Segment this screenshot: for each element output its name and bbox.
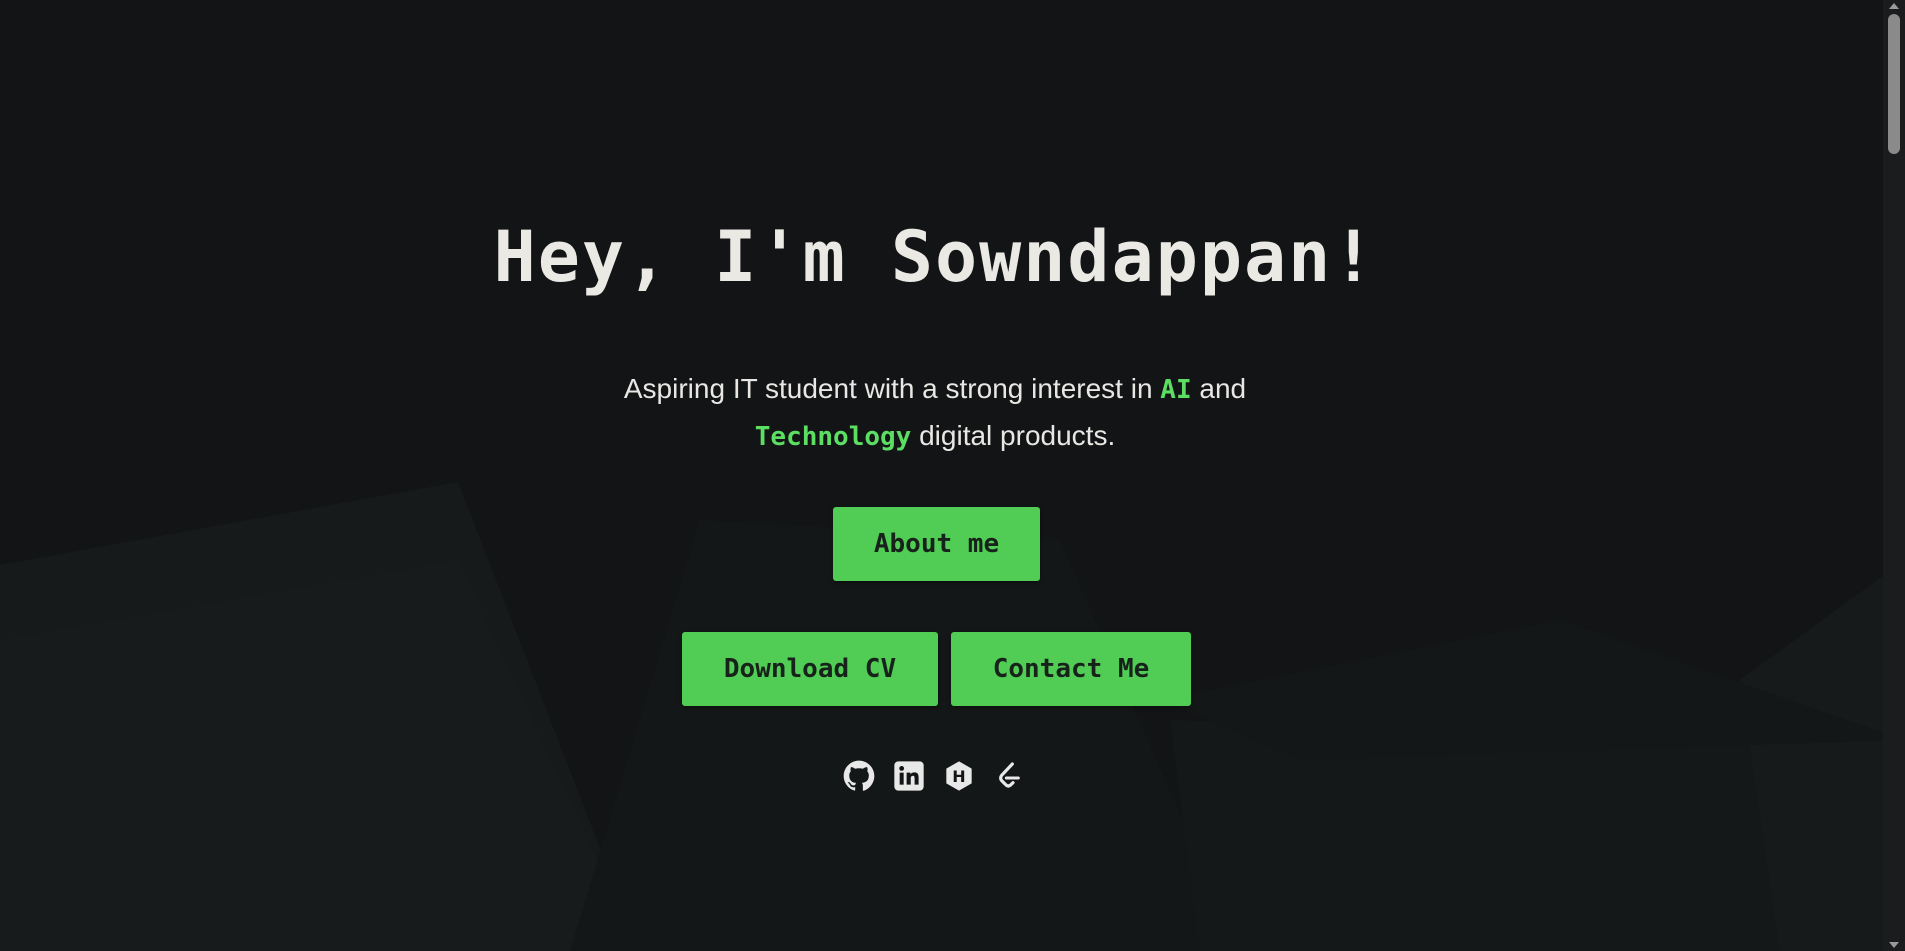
svg-text:H: H <box>952 767 965 786</box>
hashnode-icon: H <box>946 761 972 791</box>
github-link[interactable] <box>843 758 875 794</box>
hero-subtitle: Aspiring IT student with a strong intere… <box>0 366 1870 460</box>
about-me-button[interactable]: About me <box>833 507 1040 581</box>
leetcode-link[interactable] <box>993 758 1025 794</box>
github-icon <box>843 760 875 791</box>
subtitle-text-1: Aspiring IT student with a strong intere… <box>623 373 1161 404</box>
vertical-scrollbar[interactable] <box>1883 0 1905 951</box>
social-links: H <box>843 758 1025 794</box>
contact-me-button[interactable]: Contact Me <box>951 632 1191 706</box>
highlight-ai: AI <box>1160 375 1192 405</box>
highlight-technology: Technology <box>754 422 912 452</box>
scroll-up-arrow-icon[interactable] <box>1889 3 1899 9</box>
subtitle-text-2: and <box>1191 373 1247 404</box>
hero-section: Hey, I'm Sowndappan! Aspiring IT student… <box>0 0 1883 951</box>
hero-title: Hey, I'm Sowndappan! <box>493 216 1377 298</box>
page: Hey, I'm Sowndappan! Aspiring IT student… <box>0 0 1905 951</box>
hashnode-link[interactable]: H <box>943 758 975 794</box>
linkedin-link[interactable] <box>893 758 925 794</box>
leetcode-icon <box>999 762 1020 788</box>
download-cv-button[interactable]: Download CV <box>682 632 938 706</box>
linkedin-icon <box>894 761 924 791</box>
scrollbar-thumb[interactable] <box>1888 14 1900 154</box>
scroll-down-arrow-icon[interactable] <box>1889 942 1899 948</box>
subtitle-text-3: digital products. <box>911 420 1116 451</box>
